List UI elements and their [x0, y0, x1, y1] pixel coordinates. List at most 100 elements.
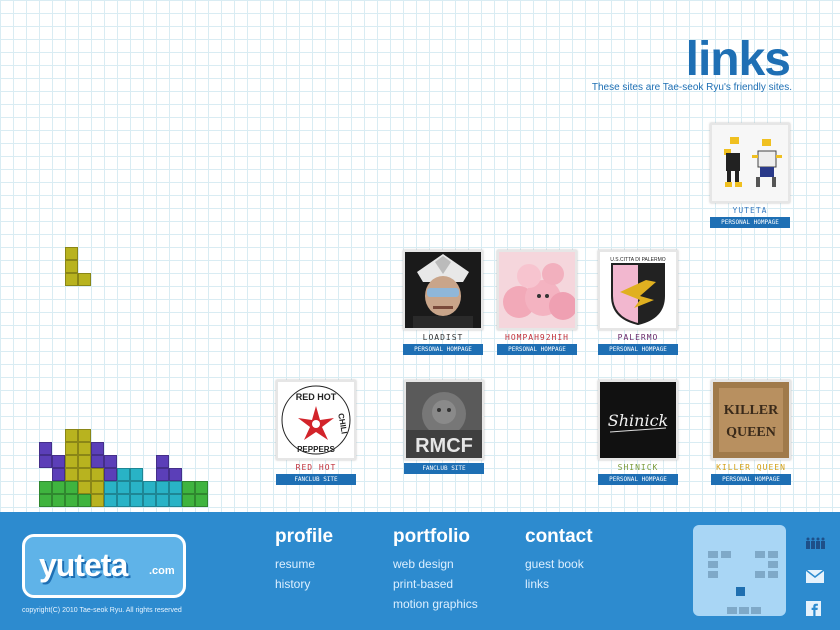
- tetris-block: [65, 429, 78, 442]
- tetris-block: [143, 494, 156, 507]
- tetris-block: [65, 442, 78, 455]
- facebook-icon[interactable]: [806, 601, 821, 620]
- queen-text: QUEEN: [726, 425, 776, 440]
- nav-link-history[interactable]: history: [275, 574, 333, 594]
- killer-text: KILLER: [724, 403, 779, 418]
- tetris-block: [117, 481, 130, 494]
- link-name[interactable]: hompah92hih: [497, 333, 577, 342]
- tetris-block: [156, 455, 169, 468]
- mini-block: [721, 551, 731, 558]
- killerqueen-thumbnail[interactable]: KILLER QUEEN: [711, 380, 791, 460]
- nav-link-print-based[interactable]: print-based: [393, 574, 478, 594]
- rmcf-thumbnail[interactable]: RMCF: [404, 380, 484, 460]
- shinick-logo-text: Shinick: [608, 411, 668, 430]
- tetris-block: [91, 442, 104, 455]
- tetris-block: [91, 494, 104, 507]
- nav-heading-portfolio[interactable]: portfolio: [393, 526, 478, 548]
- link-type-label[interactable]: personal hompage: [598, 344, 678, 355]
- nav-link-links[interactable]: links: [525, 574, 593, 594]
- nav-heading-contact[interactable]: contact: [525, 526, 593, 548]
- tetris-block: [169, 494, 182, 507]
- nav-profile: profile resume history: [275, 526, 333, 594]
- link-name[interactable]: yuteta: [710, 206, 790, 215]
- link-name[interactable]: loadist: [403, 333, 483, 342]
- tetris-block: [39, 442, 52, 455]
- tetris-block: [78, 494, 91, 507]
- link-type-label[interactable]: personal hompage: [711, 474, 791, 485]
- tetris-block: [130, 481, 143, 494]
- nav-portfolio: portfolio web design print-based motion …: [393, 526, 478, 614]
- tetris-block: [195, 481, 208, 494]
- mail-icon[interactable]: [805, 568, 825, 587]
- page-title: links: [685, 33, 791, 86]
- tetris-block: [65, 494, 78, 507]
- mini-block: [768, 551, 778, 558]
- link-type-label[interactable]: fanclub site: [276, 474, 356, 485]
- link-type-label[interactable]: fanclub site: [404, 463, 484, 474]
- tetris-block: [156, 468, 169, 481]
- link-name[interactable]: red hot: [276, 463, 356, 472]
- mini-block: [708, 551, 718, 558]
- tetris-block: [130, 494, 143, 507]
- link-tile-loadist[interactable]: loadist personal hompage: [403, 250, 483, 355]
- mini-block: [768, 561, 778, 568]
- tetris-block: [39, 455, 52, 468]
- tetris-block: [78, 468, 91, 481]
- link-tile-shinick[interactable]: Shinick shinick personal hompage: [598, 380, 678, 485]
- tetris-block: [104, 494, 117, 507]
- tetris-block: [65, 468, 78, 481]
- tetris-block: [52, 468, 65, 481]
- link-type-label[interactable]: personal hompage: [497, 344, 577, 355]
- nav-link-motion-graphics[interactable]: motion graphics: [393, 594, 478, 614]
- shinick-thumbnail[interactable]: Shinick: [598, 380, 678, 460]
- link-tile-killerqueen[interactable]: KILLER QUEEN killer queen personal hompa…: [711, 380, 791, 485]
- nav-link-guest-book[interactable]: guest book: [525, 554, 593, 574]
- rmcf-logo-text: RMCF: [415, 435, 473, 457]
- tetris-block: [52, 481, 65, 494]
- nav-link-web-design[interactable]: web design: [393, 554, 478, 574]
- link-tile-hompah92hih[interactable]: hompah92hih personal hompage: [497, 250, 577, 355]
- link-tile-palermo[interactable]: U.S.CITTA DI PALERMO palermo personal ho…: [598, 250, 678, 355]
- link-type-label[interactable]: personal hompage: [403, 344, 483, 355]
- link-type-label[interactable]: personal hompage: [598, 474, 678, 485]
- tetris-block: [78, 429, 91, 442]
- mini-block: [708, 561, 718, 568]
- tetris-block: [78, 481, 91, 494]
- mini-block: [727, 607, 737, 614]
- link-tile-yuteta[interactable]: yuteta personal hompage: [710, 123, 790, 228]
- mini-block-active: [736, 587, 745, 596]
- tetris-block: [78, 273, 91, 286]
- mini-window-widget[interactable]: [693, 525, 786, 616]
- tetris-block: [156, 494, 169, 507]
- mini-block: [708, 571, 718, 578]
- link-type-label[interactable]: personal hompage: [710, 217, 790, 228]
- palermo-thumbnail[interactable]: U.S.CITTA DI PALERMO: [598, 250, 678, 330]
- hompah92hih-thumbnail[interactable]: [497, 250, 577, 330]
- nav-link-resume[interactable]: resume: [275, 554, 333, 574]
- redhot-thumbnail[interactable]: RED HOT CHILI PEPPERS: [276, 380, 356, 460]
- link-name[interactable]: killer queen: [711, 463, 791, 472]
- tetris-block: [52, 494, 65, 507]
- tetris-block: [91, 455, 104, 468]
- link-name[interactable]: shinick: [598, 463, 678, 472]
- yuteta-thumbnail[interactable]: [710, 123, 790, 203]
- tetris-block: [39, 481, 52, 494]
- mini-block: [755, 551, 765, 558]
- tetris-block: [104, 468, 117, 481]
- logo-suffix: .com: [149, 565, 175, 577]
- link-name[interactable]: palermo: [598, 333, 678, 342]
- logo-text: yuteta: [39, 547, 128, 583]
- myspace-icon[interactable]: [806, 534, 826, 553]
- footer: yuteta .com copyright(C) 2010 Tae-seok R…: [0, 512, 840, 630]
- link-tile-redhot[interactable]: RED HOT CHILI PEPPERS red hot fanclub si…: [276, 380, 356, 485]
- loadist-thumbnail[interactable]: [403, 250, 483, 330]
- nav-heading-profile[interactable]: profile: [275, 526, 333, 548]
- site-logo[interactable]: yuteta .com: [22, 534, 186, 598]
- tetris-block: [65, 273, 78, 286]
- link-tile-rmcf[interactable]: RMCF fanclub site: [404, 380, 484, 474]
- tetris-block: [78, 442, 91, 455]
- rhcp-line-3: PEPPERS: [297, 445, 335, 454]
- tetris-block: [169, 468, 182, 481]
- tetris-block: [91, 481, 104, 494]
- tetris-block: [117, 468, 130, 481]
